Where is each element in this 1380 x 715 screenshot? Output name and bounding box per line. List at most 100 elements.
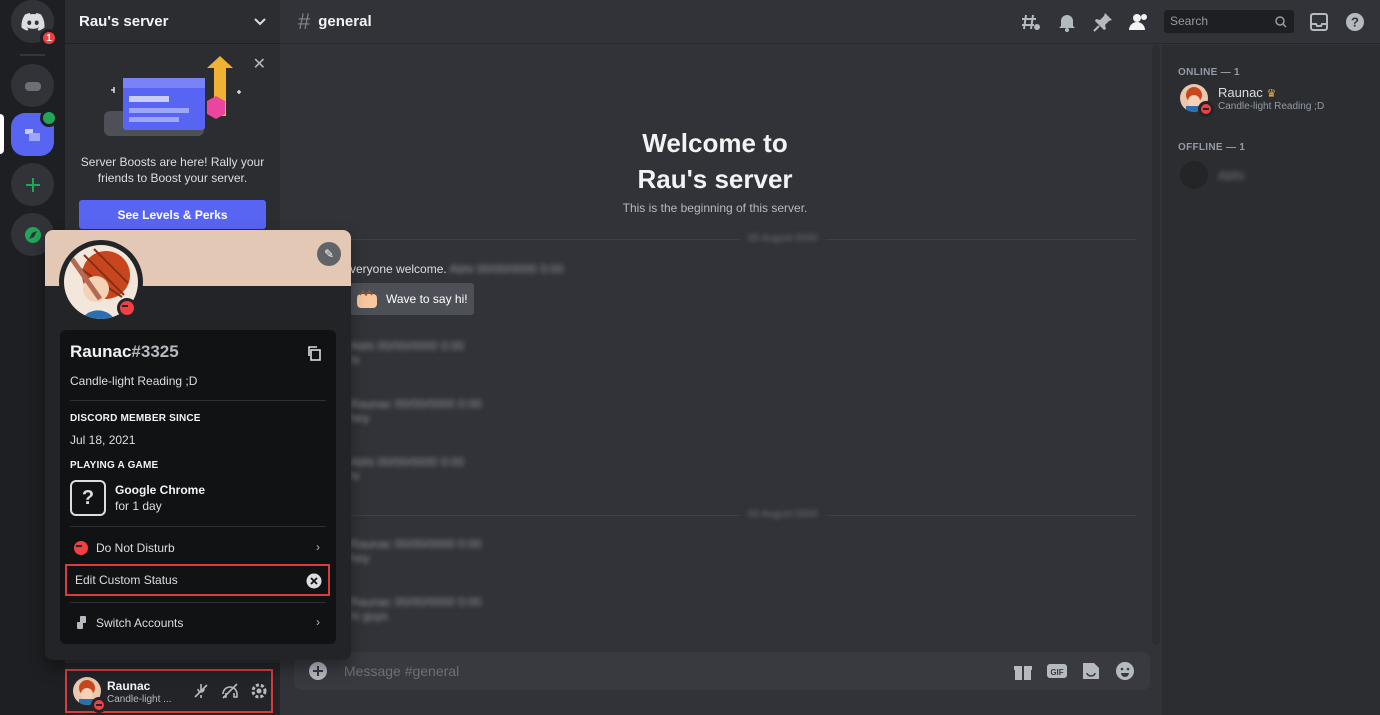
gamepad-icon (24, 81, 41, 91)
add-server-button[interactable] (11, 163, 54, 206)
discord-logo-icon (21, 12, 45, 31)
welcome-block: Welcome to Rau's server This is the begi… (280, 125, 1150, 215)
server-icon-raus-server[interactable] (11, 109, 58, 156)
profile-custom-status: Candle-light Reading ;D (70, 374, 198, 388)
mute-icon[interactable] (191, 681, 211, 701)
server-glyph-icon (24, 128, 40, 141)
status-do-not-disturb[interactable]: Do Not Disturb › (66, 533, 330, 563)
members-icon[interactable] (1128, 11, 1150, 33)
crown-icon: ♛ (1266, 88, 1277, 100)
bell-icon[interactable] (1056, 11, 1078, 33)
wave-button[interactable]: Wave to say hi! (350, 283, 474, 315)
search-icon (1275, 16, 1287, 28)
chevron-right-icon: › (316, 615, 320, 629)
switch-accounts[interactable]: Switch Accounts › (66, 608, 330, 638)
message-row: Raunac 00/00/0000 0:00 hi guys (350, 595, 482, 623)
deafen-icon[interactable] (220, 681, 240, 701)
message-row: Raunac 00/00/0000 0:00 hey (350, 537, 482, 565)
dnd-label: Do Not Disturb (96, 541, 175, 555)
hashtag-icon: # (298, 8, 311, 34)
edit-custom-status-label: Edit Custom Status (75, 573, 178, 587)
welcome-title-line1: Welcome to (642, 128, 788, 158)
message-row: Abhi 00/00/0000 0:00 hi (350, 455, 465, 483)
emoji-icon[interactable] (1114, 660, 1136, 682)
offline-category: OFFLINE — 1 (1178, 142, 1246, 153)
boost-promo: ✕ Server Boosts are here! Rally your fri… (65, 44, 280, 241)
chevron-right-icon: › (316, 540, 320, 554)
svg-text:?: ? (1351, 15, 1359, 30)
game-name: Google Chrome (115, 483, 206, 497)
threads-icon[interactable] (1020, 11, 1042, 33)
edit-custom-status[interactable]: Edit Custom Status (65, 564, 330, 596)
offline-avatar[interactable] (1180, 161, 1208, 189)
server-name: Rau's server (79, 13, 169, 30)
gear-icon[interactable] (249, 681, 269, 701)
voice-active-icon (40, 109, 58, 127)
game-duration: for 1 day (115, 499, 162, 513)
clear-status-icon[interactable] (306, 573, 322, 589)
home-button-visual[interactable]: 1 (11, 0, 58, 47)
message-input[interactable]: Message #general (344, 663, 459, 679)
profile-card: Raunac#3325 Candle-light Reading ;D DISC… (60, 330, 336, 644)
boost-illustration (79, 56, 266, 144)
profile-username: Raunac#3325 (70, 342, 179, 362)
copy-icon[interactable] (306, 345, 322, 361)
online-category: ONLINE — 1 (1178, 67, 1240, 78)
channel-header: # general Search ? (280, 0, 1380, 44)
plus-icon (25, 177, 40, 192)
chat-scrollbar[interactable] (1152, 45, 1160, 645)
sticker-icon[interactable] (1080, 660, 1102, 682)
dnd-status-icon (1198, 101, 1214, 117)
levels-perks-button[interactable]: See Levels & Perks (79, 200, 266, 229)
member-name[interactable]: Raunac ♛ (1218, 85, 1276, 100)
boost-description: Server Boosts are here! Rally your frien… (80, 155, 265, 185)
edit-profile-icon[interactable]: ✎ (317, 242, 341, 266)
user-panel-status: Candle-light ... (107, 694, 172, 705)
gif-icon[interactable]: GIF (1046, 660, 1068, 682)
switch-accounts-label: Switch Accounts (96, 616, 184, 630)
channel-name: general (318, 13, 372, 30)
message-row: Abhi 00/00/0000 0:00 hi (350, 339, 465, 367)
chat-area: Welcome to Rau's server This is the begi… (280, 45, 1162, 715)
switch-accounts-icon (77, 616, 86, 629)
notification-badge: 1 (40, 29, 58, 47)
welcome-subtitle: This is the beginning of this server. (622, 201, 808, 215)
system-message-text: veryone welcome. (350, 262, 447, 276)
active-server-pill (0, 114, 4, 154)
dnd-status-icon (91, 697, 107, 713)
message-composer[interactable]: Message #general GIF (294, 652, 1150, 690)
welcome-title-line2: Rau's server (637, 164, 793, 194)
member-list: ONLINE — 1 Raunac ♛ Candle-light Reading… (1162, 45, 1380, 715)
help-icon[interactable]: ? (1344, 11, 1366, 33)
server-header[interactable]: Rau's server (65, 0, 280, 44)
offline-member-name[interactable]: Abhi (1218, 168, 1244, 183)
wave-sticker-icon (357, 289, 377, 308)
member-since-heading: DISCORD MEMBER SINCE (70, 413, 201, 424)
dnd-status-icon (74, 541, 88, 555)
add-attachment-icon[interactable] (308, 661, 328, 681)
system-message: veryone welcome. Abhi 00/00/0000 0:00 (350, 262, 564, 276)
user-panel-name: Raunac (107, 679, 151, 693)
game-unknown-icon: ? (70, 480, 106, 516)
date-divider: 00 August 0000 (350, 233, 1136, 244)
message-row: Raunac 00/00/0000 0:00 hey (350, 397, 482, 425)
compass-icon (24, 226, 41, 243)
gift-icon[interactable] (1012, 660, 1034, 682)
inbox-icon[interactable] (1308, 11, 1330, 33)
server-icon-game[interactable] (11, 64, 54, 107)
wave-button-label: Wave to say hi! (386, 292, 468, 306)
dnd-status-icon (117, 298, 137, 318)
svg-text:GIF: GIF (1050, 668, 1063, 677)
divider (70, 602, 326, 603)
date-divider: 00 August 0000 (350, 509, 1136, 520)
activity-heading: PLAYING A GAME (70, 460, 159, 471)
divider (70, 400, 326, 401)
rail-separator (20, 54, 45, 56)
discriminator: #3325 (131, 342, 179, 361)
divider (70, 526, 326, 527)
pin-icon[interactable] (1092, 11, 1114, 33)
profile-popout: ✎ Raunac#3325 Candle-light Reading ;D DI… (45, 230, 351, 660)
username-text: Raunac (70, 342, 132, 361)
member-since-date: Jul 18, 2021 (70, 433, 136, 447)
member-status: Candle-light Reading ;D (1218, 101, 1325, 112)
